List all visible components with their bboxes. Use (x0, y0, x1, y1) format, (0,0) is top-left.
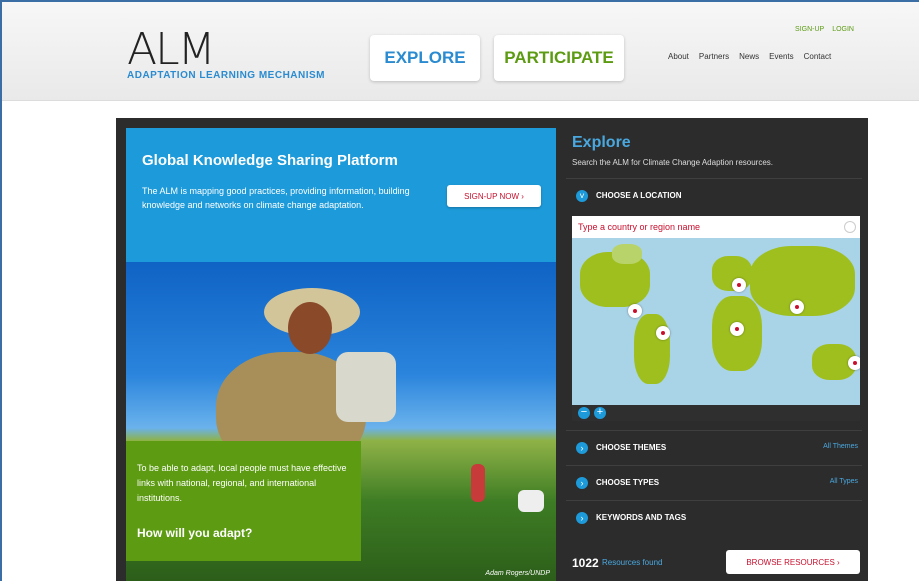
login-link[interactable]: LOGIN (832, 26, 854, 33)
chevron-right-icon: › (576, 477, 588, 489)
zoom-in-icon[interactable]: + (594, 407, 606, 419)
map-greenland[interactable] (612, 244, 642, 264)
map-footer (572, 405, 860, 421)
main-nav-links: About Partners News Events Contact (668, 52, 831, 61)
explore-title: Explore (572, 134, 631, 151)
keywords-section-header[interactable]: › KEYWORDS AND TAGS (566, 500, 862, 536)
map-pin-central-america[interactable] (628, 304, 642, 318)
map-pin-oceania[interactable] (848, 356, 860, 370)
all-types-link[interactable]: All Types (830, 478, 858, 485)
callout-question[interactable]: How will you adapt? (137, 526, 252, 540)
hero-description: The ALM is mapping good practices, provi… (142, 186, 410, 210)
alm-logo[interactable]: ALM ADAPTATION LEARNING MECHANISM (127, 28, 357, 88)
signup-now-button[interactable]: SIGN-UP NOW › (447, 185, 541, 207)
chevron-down-icon: ˅ (576, 190, 588, 202)
map-pin-south-america[interactable] (656, 326, 670, 340)
all-themes-link[interactable]: All Themes (823, 443, 858, 450)
keywords-label: KEYWORDS AND TAGS (596, 513, 687, 522)
location-search-input[interactable] (572, 216, 860, 238)
site-header: ALM ADAPTATION LEARNING MECHANISM EXPLOR… (2, 2, 919, 101)
clear-search-icon[interactable] (844, 221, 856, 233)
chevron-right-icon: › (576, 442, 588, 454)
photo-background-person (471, 464, 485, 502)
browse-resources-button[interactable]: BROWSE RESOURCES › (726, 550, 860, 574)
photo-credit: Adam Rogers/UNDP (485, 570, 550, 577)
themes-section-header[interactable]: › CHOOSE THEMES All Themes (566, 430, 862, 466)
explore-subtitle: Search the ALM for Climate Change Adapti… (572, 158, 773, 167)
types-label: CHOOSE TYPES (596, 478, 660, 487)
chevron-right-icon: › (576, 512, 588, 524)
location-section-header[interactable]: ˅ CHOOSE A LOCATION (566, 178, 862, 214)
explore-nav-button[interactable]: EXPLORE (370, 35, 480, 81)
zoom-out-icon[interactable]: − (578, 407, 590, 419)
types-section-header[interactable]: › CHOOSE TYPES All Types (566, 465, 862, 501)
nav-link-about[interactable]: About (668, 52, 689, 61)
hero-title: Global Knowledge Sharing Platform (142, 152, 398, 169)
map-south-america[interactable] (634, 314, 670, 384)
participate-nav-button[interactable]: PARTICIPATE (494, 35, 624, 81)
nav-link-events[interactable]: Events (769, 52, 793, 61)
resource-count: 1022 (572, 556, 599, 570)
nav-link-contact[interactable]: Contact (804, 52, 832, 61)
photo-farmer-face (288, 302, 332, 354)
nav-link-partners[interactable]: Partners (699, 52, 729, 61)
signup-link[interactable]: SIGN-UP (795, 26, 824, 33)
map-pin-africa[interactable] (730, 322, 744, 336)
map-pin-europe[interactable] (732, 278, 746, 292)
adapt-callout[interactable]: To be able to adapt, local people must h… (126, 441, 361, 561)
themes-label: CHOOSE THEMES (596, 443, 667, 452)
callout-text: To be able to adapt, local people must h… (137, 463, 347, 503)
photo-farmer-shirt (336, 352, 396, 422)
hero-banner: Global Knowledge Sharing Platform The AL… (126, 128, 556, 262)
location-map[interactable]: − + (572, 216, 860, 421)
photo-background-worker (518, 490, 544, 512)
main-panel: Global Knowledge Sharing Platform The AL… (116, 118, 868, 581)
map-pin-asia[interactable] (790, 300, 804, 314)
resource-summary: 1022 Resources found BROWSE RESOURCES › (566, 546, 862, 581)
hero-section: Global Knowledge Sharing Platform The AL… (126, 128, 556, 581)
location-label: CHOOSE A LOCATION (596, 191, 682, 200)
resource-count-label: Resources found (602, 558, 663, 567)
logo-subtitle: ADAPTATION LEARNING MECHANISM (127, 70, 326, 81)
account-links: SIGN-UP LOGIN (795, 26, 854, 33)
nav-link-news[interactable]: News (739, 52, 759, 61)
explore-sidebar: Explore Search the ALM for Climate Chang… (566, 128, 866, 581)
logo-mark: ALM (127, 24, 216, 75)
